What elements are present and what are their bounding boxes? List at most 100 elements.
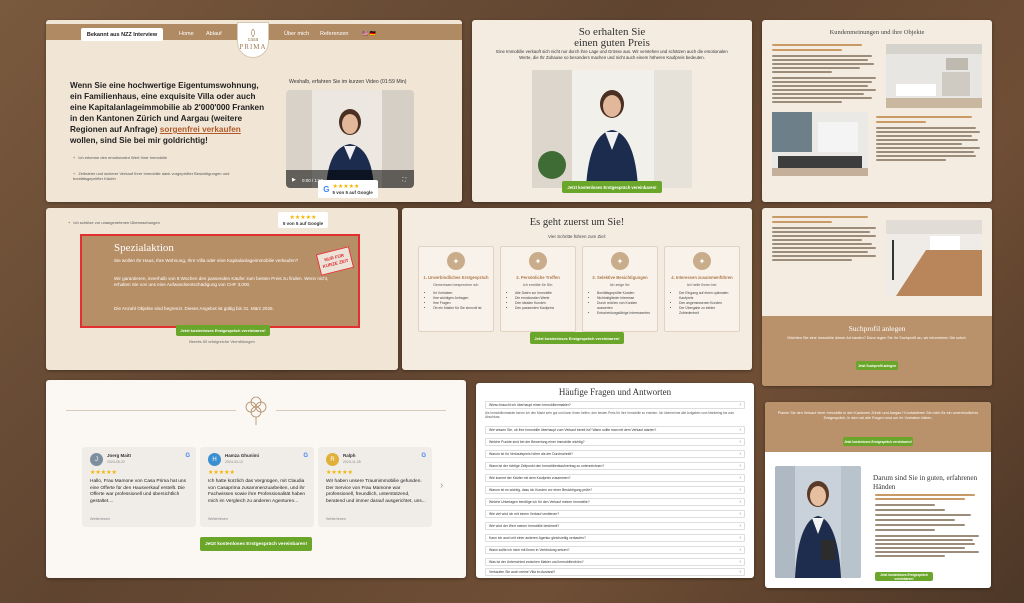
step-point: Der Eingang auf einen optimalen Kaufprei…	[679, 291, 735, 301]
price-video-image	[532, 70, 692, 188]
review-card: H Hamza Ghunimi 2024-03-12 G ★★★★★ Ich h…	[200, 447, 314, 527]
steps-title: Es geht zuerst um Sie!	[529, 217, 625, 228]
google-icon: G	[303, 453, 308, 459]
step-point: Den passenden Kaufpreis	[515, 306, 571, 311]
profile-section: Suchprofil anlegen Möchten Sie eine Immo…	[762, 316, 992, 386]
profile-title: Suchprofil anlegen	[848, 324, 906, 333]
special-subtext: Bereits 50 erfolgreiche Vermittlungen	[189, 339, 255, 344]
faq-question[interactable]: Wann sollte ich mich mit Ihnen in Verbin…	[485, 546, 745, 554]
chevron-right-icon[interactable]: ›	[440, 480, 443, 491]
read-more-link[interactable]: Weiterlesen	[326, 517, 346, 521]
faq-question[interactable]: Warum ist es wichtig, dass ich Kunden vo…	[485, 486, 745, 494]
steps-cta-button[interactable]: Jetzt kostenloses Erstgespräch vereinbar…	[530, 332, 624, 344]
nav-link-references[interactable]: Referenzen	[320, 31, 348, 37]
review-date: 2024-05-22	[107, 460, 125, 464]
step-card: ✦ 4. Interessen zusammenführen Ich helfe…	[664, 246, 740, 332]
step-points: Ihr Vorhaben Ihre wichtigen Anfragen Ihr…	[427, 291, 489, 311]
intro-video[interactable]: ▶ 0:00 / 1:59 ⛶	[286, 90, 414, 188]
nav-link-about[interactable]: Über mich	[284, 31, 309, 37]
price-title-line2: einen guten Preis	[574, 37, 650, 49]
special-offer-panel: + Ich schütze vor unangenehmen Überraschu…	[46, 208, 398, 370]
review-stars: ★★★★★	[326, 470, 353, 476]
nzz-label-text: Bekannt aus NZZ Interview	[86, 31, 158, 38]
read-more-link[interactable]: Weiterlesen	[90, 517, 110, 521]
step-points: Alle Daten zur Immobilie Die emotionalen…	[509, 291, 571, 311]
price-panel: So erhalten Sie einen guten Preis Eine I…	[472, 20, 752, 202]
about-title: Darum sind Sie in guten, erfahrenen Händ…	[873, 474, 977, 491]
review-text: Ich hatte kürzlich das Vergnügen, mit Cl…	[208, 479, 306, 504]
price-cta-button[interactable]: Jetzt kostenloses Erstgespräch vereinbar…	[562, 181, 662, 193]
faq-question[interactable]: Verkaufen Sie auch meine Villa im Auslan…	[485, 568, 745, 576]
casa-prima-logo[interactable]: casa PRIMA	[237, 22, 269, 58]
faq-question[interactable]: Welche Unterlagen benötige ich für den V…	[485, 498, 745, 506]
reviewer-avatar: J	[90, 453, 103, 466]
special-title: Spezialaktion	[114, 242, 174, 254]
review-text: Hallo, Frau Mamone von Casa Prima hat un…	[90, 479, 186, 504]
reviewer-avatar: H	[208, 453, 221, 466]
plus-icon: +	[68, 220, 71, 225]
review-stars: ★★★★★	[208, 470, 235, 476]
video-portrait-image	[286, 90, 414, 188]
faq-question[interactable]: Wie wissen Sie, ob Ihre Immobilie überha…	[485, 426, 745, 434]
nav-link-home[interactable]: Home	[179, 31, 194, 37]
reviews-panel: J Joerg Maitt 2024-05-22 G ★★★★★ Hallo, …	[46, 380, 466, 578]
google-icon: G	[323, 184, 330, 194]
faq-question[interactable]: Wann ist der richtige Zeitpunkt den Immo…	[485, 462, 745, 470]
faq-answer: Als Immobilienmakler kenne ich den Markt…	[485, 411, 735, 419]
house-icon: ✦	[611, 252, 629, 270]
play-icon[interactable]: ▶	[292, 177, 296, 183]
profile-text: Möchten Sie eine Immobilie dieser Art ka…	[787, 336, 967, 340]
special-cta-button[interactable]: Jetzt kostenloses Erstgespräch vereinbar…	[176, 325, 270, 336]
reviewer-name: Joerg Maitt	[107, 453, 132, 458]
hero-bullet: Ich erkenne den emotionalen Wert Ihrer I…	[73, 155, 167, 160]
nzz-interview-button[interactable]: Bekannt aus NZZ Interview	[81, 28, 163, 41]
about-banner-text: Planen Sie den Verkauf einer Immobilie i…	[777, 411, 979, 420]
faq-title: Häufige Fragen und Antworten	[558, 387, 672, 397]
nav-link-ablauf[interactable]: Ablauf	[206, 31, 222, 37]
faq-question[interactable]: Kann ich auch mit einer anderen Agentur …	[485, 534, 745, 542]
special-p1: Sie wollen Ihr Haus, Ihre Wohnung, Ihre …	[114, 258, 299, 263]
price-video[interactable]	[532, 70, 692, 188]
reviews-cta-button[interactable]: Jetzt kostenloses Erstgespräch vereinbar…	[200, 537, 312, 551]
about-cta-button-2[interactable]: Jetzt kostenloses Erstgespräch vereinbar…	[875, 572, 933, 581]
special-google-badge: ★★★★★ 5 von 5 auf Google	[278, 212, 328, 228]
faq-question[interactable]: Welche Punkte sind bei der Bewertung ein…	[485, 438, 745, 446]
profile-cta-button[interactable]: Jetzt Suchprofil anlegen	[856, 361, 898, 370]
google-icon: G	[185, 453, 190, 459]
meeting-icon: ✦	[529, 252, 547, 270]
steps-subtitle: Vier Schritte führen zum Ziel:	[548, 234, 606, 239]
search-profile-panel: Suchprofil anlegen Möchten Sie eine Immo…	[762, 208, 992, 386]
ornament-icon	[245, 396, 267, 425]
fullscreen-icon[interactable]: ⛶	[402, 177, 406, 183]
special-offer-box: Spezialaktion Sie wollen Ihr Haus, Ihre …	[80, 234, 360, 328]
rating-label: 5 von 5 auf Google	[332, 190, 373, 195]
faq-question[interactable]: Wie viel wird ich mit einem Verkauf verd…	[485, 510, 745, 518]
headline-end: wollen, sind Sie bei mir goldrichtig!	[70, 136, 208, 145]
client-objects-title: Kundenmeinungen und ihre Objekte	[829, 29, 925, 36]
faq-question[interactable]: Was ist der Unterschied zwischen Makler …	[485, 558, 745, 566]
google-rating-badge: G ★★★★★ 5 von 5 auf Google	[318, 180, 378, 198]
step-title: 1. Unverbindliches Erstgespräch	[423, 275, 489, 280]
language-switcher[interactable]: 🇺🇸 🇩🇪	[362, 31, 376, 37]
step-desc: Gemeinsam besprechen wir:	[433, 283, 479, 287]
read-more-link[interactable]: Weiterlesen	[208, 517, 228, 521]
faq-question[interactable]: Wieso braucht ich überhaupt einen Immobi…	[485, 401, 745, 409]
reviewer-avatar: R	[326, 453, 339, 466]
review-date: 2024-03-12	[225, 460, 243, 464]
headline-link[interactable]: sorgenfrei verkaufen	[160, 125, 241, 134]
faq-question[interactable]: Wie kommt der Käufer mit dem Kaufpreis z…	[485, 474, 745, 482]
client-objects-panel: Kundenmeinungen und ihre Objekte	[762, 20, 992, 202]
faq-question[interactable]: Wie wird der Wert meiner Immobilie besti…	[485, 522, 745, 530]
divider-right	[276, 410, 446, 411]
step-card: ✦ 2. Persönliche Treffen Ich ermittle fü…	[500, 246, 576, 332]
review-card: J Joerg Maitt 2024-05-22 G ★★★★★ Hallo, …	[82, 447, 196, 527]
handshake-icon: ✦	[447, 252, 465, 270]
about-cta-button[interactable]: Jetzt kostenloses Erstgespräch vereinbar…	[843, 437, 913, 446]
special-p3: Die Anzahl Objekte sind begrenzt. Dieses…	[114, 306, 274, 311]
step-point: Entscheidungsfähige Interessenten	[597, 311, 653, 316]
step-card: ✦ 3. Selektive Besichtigungen Ich zeige …	[582, 246, 658, 332]
step-title: 4. Interessen zusammenführen	[671, 275, 733, 280]
step-title: 3. Selektive Besichtigungen	[592, 275, 648, 280]
special-p2: Wir garantieren, innerhalb von 8 Wochen …	[114, 276, 329, 287]
faq-question[interactable]: Warum ist Ihr Verkaufspreis höher als de…	[485, 450, 745, 458]
